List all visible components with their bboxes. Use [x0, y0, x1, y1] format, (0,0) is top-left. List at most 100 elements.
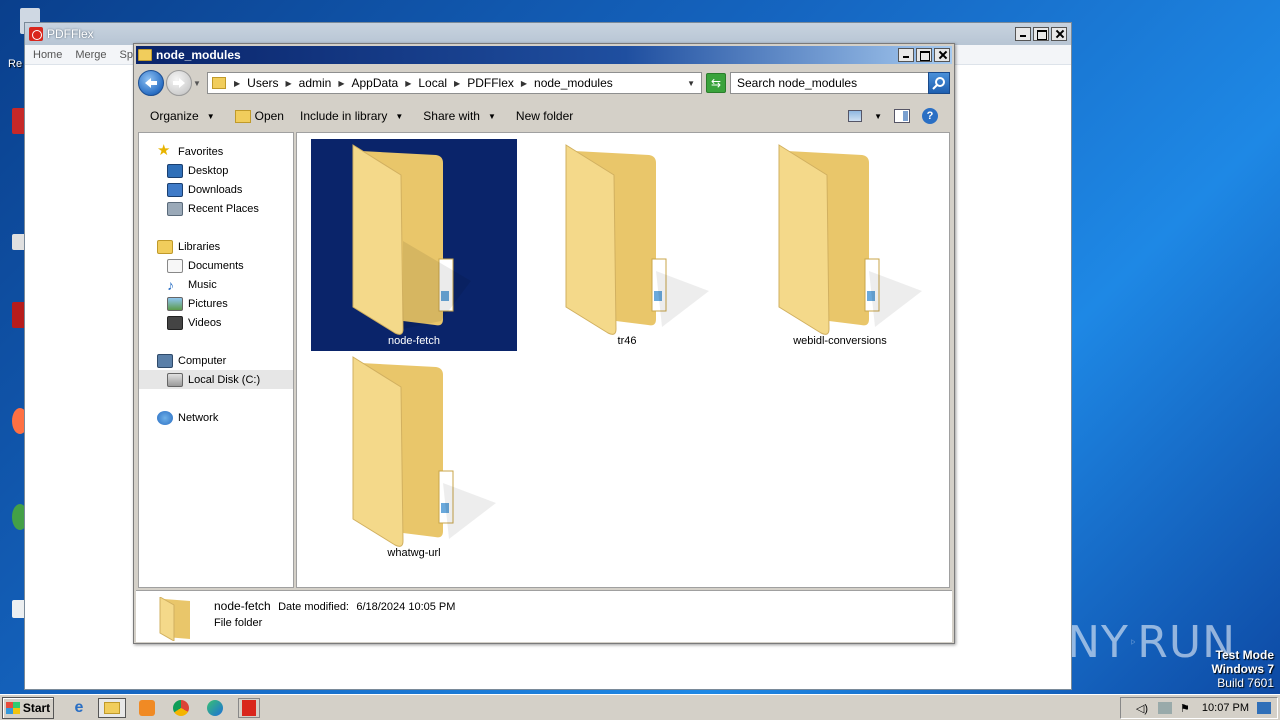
chevron-down-icon: ▼: [395, 111, 404, 121]
chevron-right-icon[interactable]: ▶: [234, 79, 240, 88]
nav-documents[interactable]: Documents: [167, 256, 244, 275]
minimize-button[interactable]: [898, 48, 914, 62]
refresh-button[interactable]: ⇆: [706, 73, 726, 93]
arrow-right-icon: [173, 78, 185, 88]
nav-pictures[interactable]: Pictures: [167, 294, 228, 313]
folder-name: whatwg-url: [387, 547, 441, 559]
address-bar[interactable]: ▶ Users ▶ admin ▶ AppData ▶ Local ▶ PDFF…: [207, 72, 702, 94]
show-desktop-icon[interactable]: [1257, 702, 1271, 714]
chevron-right-icon[interactable]: ▶: [521, 79, 527, 88]
folder-item[interactable]: node-fetch: [311, 139, 517, 351]
chevron-down-icon[interactable]: ▼: [874, 112, 882, 121]
breadcrumb-pdfflex[interactable]: PDFFlex: [467, 76, 514, 90]
media-player-icon: [139, 700, 155, 716]
volume-icon[interactable]: ◁): [1136, 702, 1150, 715]
breadcrumb-local[interactable]: Local: [418, 76, 447, 90]
preview-pane-icon[interactable]: [894, 109, 910, 123]
search-button[interactable]: [928, 72, 950, 94]
folder-icon: [212, 77, 226, 89]
details-modified-label: Date modified:: [278, 601, 349, 613]
nav-computer[interactable]: Computer: [157, 351, 226, 370]
organize-button[interactable]: Organize ▼: [150, 109, 215, 123]
taskbar-ie[interactable]: e: [68, 698, 90, 718]
include-in-library-label: Include in library: [299, 109, 388, 123]
start-button[interactable]: Start: [2, 697, 54, 719]
taskbar-explorer[interactable]: [98, 698, 126, 718]
refresh-icon: ⇆: [710, 76, 722, 90]
pdfflex-app-icon: [29, 27, 43, 41]
chevron-right-icon[interactable]: ▶: [286, 79, 292, 88]
pdfflex-title: PDFFlex: [47, 27, 94, 41]
desktop-icon-firefox[interactable]: [4, 408, 28, 448]
breadcrumb-node-modules[interactable]: node_modules: [534, 76, 613, 90]
chevron-right-icon[interactable]: ▶: [338, 79, 344, 88]
desktop-icon-chrome[interactable]: [4, 504, 28, 544]
recent-pages-dropdown[interactable]: ▼: [193, 79, 203, 88]
organize-label: Organize: [150, 109, 199, 123]
menu-home[interactable]: Home: [33, 49, 62, 61]
details-file-name: node-fetch: [214, 599, 271, 613]
explorer-titlebar[interactable]: node_modules: [136, 46, 952, 64]
nav-network[interactable]: Network: [157, 408, 218, 427]
open-button[interactable]: Open: [234, 109, 284, 123]
nav-desktop[interactable]: Desktop: [167, 161, 228, 180]
desktop-icon-edl[interactable]: [4, 600, 28, 640]
folder-item[interactable]: tr46: [524, 139, 730, 351]
nav-libraries[interactable]: Libraries: [157, 237, 220, 256]
change-view-icon[interactable]: [848, 110, 863, 122]
chevron-down-icon: ▼: [206, 111, 215, 121]
close-button[interactable]: [934, 48, 950, 62]
taskbar-pdfflex[interactable]: [238, 698, 260, 718]
network-tray-icon[interactable]: [1157, 702, 1172, 714]
downloads-icon: [167, 182, 183, 197]
nav-music-label: Music: [188, 278, 217, 291]
help-icon[interactable]: ?: [922, 108, 938, 124]
nav-downloads[interactable]: Downloads: [167, 180, 242, 199]
clock[interactable]: 10:07 PM: [1202, 702, 1249, 714]
minimize-button[interactable]: [1015, 27, 1031, 41]
folder-name: node-fetch: [388, 335, 440, 347]
desktop-icon-recycle-bin[interactable]: Re: [4, 8, 40, 70]
nav-favorites[interactable]: ★ Favorites: [157, 142, 223, 161]
back-button[interactable]: [138, 70, 164, 96]
maximize-button[interactable]: [916, 48, 932, 62]
breadcrumb-appdata[interactable]: AppData: [352, 76, 399, 90]
forward-button[interactable]: [166, 70, 192, 96]
nav-recent-places[interactable]: Recent Places: [167, 199, 259, 218]
nav-network-label: Network: [178, 411, 219, 424]
test-mode-line1: Test Mode: [1215, 648, 1274, 662]
chevron-right-icon[interactable]: ▶: [454, 79, 460, 88]
search-input[interactable]: Search node_modules: [730, 72, 950, 94]
close-button[interactable]: [1051, 27, 1067, 41]
nav-videos[interactable]: Videos: [167, 313, 221, 332]
address-row: ▼ ▶ Users ▶ admin ▶ AppData ▶ Local ▶ PD…: [138, 68, 950, 98]
large-folder-icon: [352, 356, 496, 547]
taskbar-edge[interactable]: [204, 698, 226, 718]
desktop-icon-filezilla[interactable]: [4, 302, 28, 342]
maximize-button[interactable]: [1033, 27, 1049, 41]
folder-item[interactable]: webidl-conversions: [737, 139, 943, 351]
taskbar-media-player[interactable]: [136, 698, 158, 718]
chevron-down-icon[interactable]: ▼: [687, 79, 695, 88]
recent-places-icon: [167, 201, 183, 216]
nav-music[interactable]: ♪ Music: [167, 275, 217, 294]
breadcrumb-users[interactable]: Users: [247, 76, 278, 90]
pdfflex-titlebar[interactable]: PDFFlex: [25, 23, 1071, 45]
desktop-icon-acrobat[interactable]: [4, 108, 28, 148]
menu-merge[interactable]: Merge: [75, 49, 106, 61]
nav-libraries-label: Libraries: [178, 240, 221, 253]
breadcrumb-admin[interactable]: admin: [299, 76, 332, 90]
taskbar-chrome[interactable]: [170, 698, 192, 718]
nav-local-disk[interactable]: Local Disk (C:): [139, 370, 293, 389]
chevron-right-icon[interactable]: ▶: [405, 79, 411, 88]
new-folder-button[interactable]: New folder: [516, 109, 573, 123]
view-controls: ▼ ?: [848, 108, 938, 124]
test-mode-line2: Windows 7: [1211, 662, 1274, 676]
desktop-icon-c[interactable]: [4, 234, 28, 274]
include-in-library-button[interactable]: Include in library ▼: [300, 109, 403, 123]
pdf-icon: [242, 700, 256, 716]
share-with-button[interactable]: Share with ▼: [423, 109, 496, 123]
folder-item[interactable]: whatwg-url: [311, 351, 517, 563]
action-center-flag-icon[interactable]: ⚑: [1180, 702, 1194, 715]
videos-icon: [167, 315, 183, 330]
